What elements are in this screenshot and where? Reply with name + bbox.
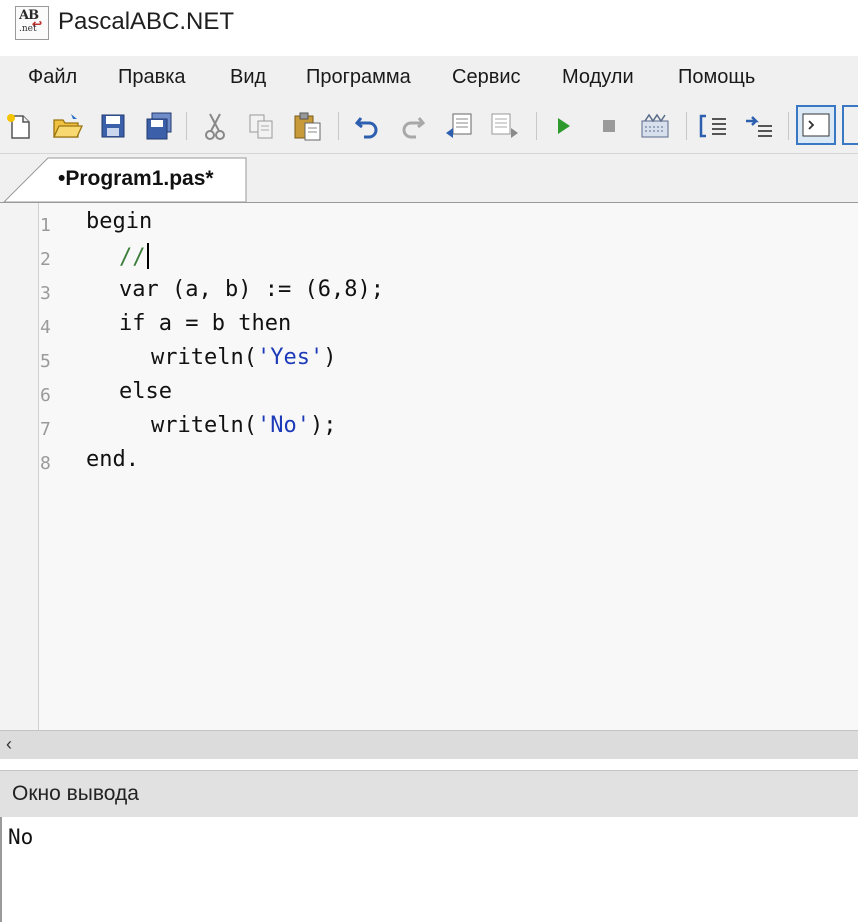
format-code-icon[interactable] xyxy=(442,109,476,143)
toolbar-separator xyxy=(788,112,789,140)
menu-edit[interactable]: Правка xyxy=(118,66,186,89)
line-number-gutter xyxy=(0,203,39,730)
comment: // xyxy=(119,245,146,270)
paste-icon[interactable] xyxy=(290,109,324,143)
redo-icon[interactable] xyxy=(396,109,430,143)
toolbar-separator xyxy=(536,112,537,140)
code-line: begin xyxy=(86,209,152,234)
line-number: 5 xyxy=(40,351,51,372)
toolbar-separator xyxy=(338,112,339,140)
menu-help[interactable]: Помощь xyxy=(678,66,755,89)
keyword: then xyxy=(238,311,292,336)
tab-strip: •Program1.pas* xyxy=(0,154,858,203)
text-cursor xyxy=(146,243,149,269)
menu-service[interactable]: Сервис xyxy=(452,66,521,89)
code-line: else xyxy=(119,379,172,404)
step-into-icon[interactable] xyxy=(696,109,730,143)
code-line: writeln('Yes') xyxy=(151,345,337,370)
keyword: if xyxy=(119,311,146,336)
keyword: end. xyxy=(86,447,139,472)
stop-icon[interactable] xyxy=(592,109,626,143)
compile-icon[interactable] xyxy=(638,109,672,143)
scroll-left-icon[interactable]: ‹ xyxy=(6,734,12,755)
line-number: 4 xyxy=(40,317,51,338)
menu-view[interactable]: Вид xyxy=(230,66,266,89)
code-editor[interactable]: 1 2 3 4 5 6 7 8 begin // var (a, b) := (… xyxy=(0,203,858,730)
toggle-output-icon[interactable] xyxy=(796,105,836,145)
string-literal: 'Yes' xyxy=(256,345,324,370)
new-file-icon[interactable] xyxy=(2,109,36,143)
menu-file[interactable]: Файл xyxy=(28,66,77,89)
line-number: 1 xyxy=(40,215,51,236)
format-code-alt-icon[interactable] xyxy=(488,109,522,143)
copy-icon[interactable] xyxy=(244,109,278,143)
keyword: begin xyxy=(86,209,153,234)
undo-icon[interactable] xyxy=(350,109,384,143)
keyword: else xyxy=(119,379,172,404)
output-panel-title: Окно вывода xyxy=(12,782,139,805)
window-title: PascalABC.NET xyxy=(58,8,235,35)
line-number: 3 xyxy=(40,283,51,304)
keyword: var xyxy=(119,277,159,302)
save-icon[interactable] xyxy=(96,109,130,143)
line-number: 6 xyxy=(40,385,51,406)
logo-subtext: .net xyxy=(19,24,37,34)
cut-icon[interactable] xyxy=(198,109,232,143)
run-icon[interactable] xyxy=(546,109,580,143)
toolbar-overflow-icon[interactable] xyxy=(842,105,858,145)
string-literal: 'No' xyxy=(256,413,310,438)
toolbar-separator xyxy=(186,112,187,140)
code-line: end. xyxy=(86,447,139,472)
line-number: 7 xyxy=(40,419,51,440)
line-number: 8 xyxy=(40,453,51,474)
tab-program1[interactable]: •Program1.pas* xyxy=(58,167,214,191)
menu-bar: Файл Правка Вид Программа Сервис Модули … xyxy=(0,56,858,100)
output-panel-header: Окно вывода xyxy=(0,770,858,818)
step-over-icon[interactable] xyxy=(742,109,776,143)
toolbar-separator xyxy=(686,112,687,140)
line-number: 2 xyxy=(40,249,51,270)
code-line: writeln('No'); xyxy=(151,413,337,438)
pascalabc-logo-icon: AB ↩ .net xyxy=(15,6,49,40)
horizontal-scrollbar[interactable]: ‹ xyxy=(0,730,858,759)
output-text: No xyxy=(8,825,34,849)
output-panel[interactable]: No xyxy=(0,817,858,922)
code-line: // xyxy=(119,243,149,270)
open-folder-icon[interactable] xyxy=(50,109,84,143)
code-line: var (a, b) := (6,8); xyxy=(119,277,384,302)
menu-modules[interactable]: Модули xyxy=(562,66,634,89)
title-bar: AB ↩ .net PascalABC.NET xyxy=(0,0,858,50)
code-line: if a = b then xyxy=(119,311,292,336)
toolbar xyxy=(0,100,858,154)
menu-program[interactable]: Программа xyxy=(306,66,411,89)
save-all-icon[interactable] xyxy=(142,109,176,143)
